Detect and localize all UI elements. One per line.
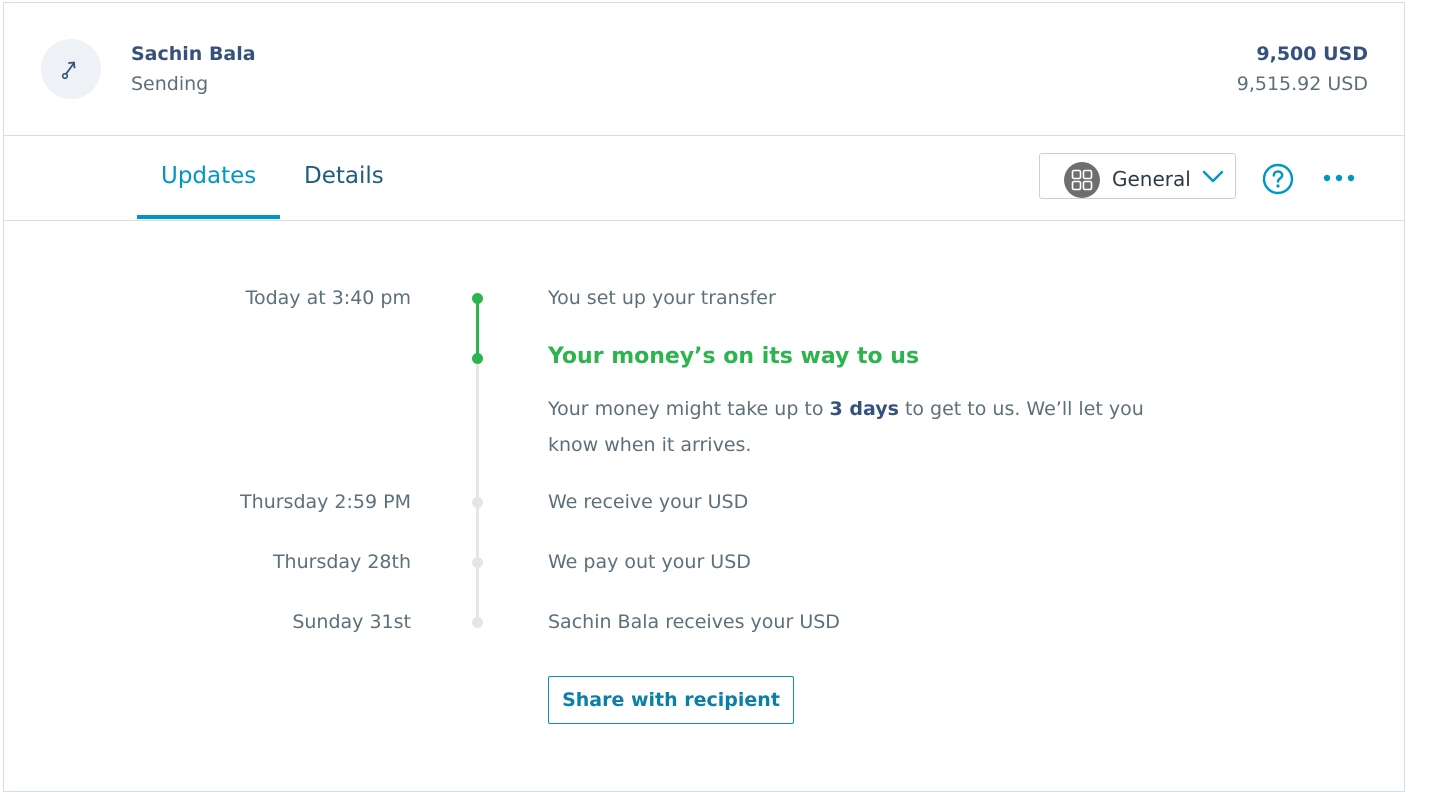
tab-updates[interactable]: Updates [161, 163, 256, 189]
timeline-event: Sachin Bala receives your USD [548, 611, 840, 633]
more-options-icon[interactable] [1322, 173, 1356, 183]
transfer-avatar [41, 39, 101, 99]
timeline-time: Thursday 28th [272, 551, 411, 573]
tabs-bar: Updates Details General [4, 135, 1404, 221]
send-arrow-icon [61, 61, 76, 80]
tab-details[interactable]: Details [304, 163, 384, 189]
timeline-event: We receive your USD [548, 491, 749, 513]
timeline-current-description: Your money might take up to 3 days to ge… [548, 391, 1188, 463]
transfer-panel: Sachin Bala Sending 9,500 USD 9,515.92 U… [3, 2, 1405, 792]
account-select[interactable]: General [1039, 153, 1236, 199]
timeline-dot-pending [472, 617, 483, 628]
timeline-current-title: Your money’s on its way to us [548, 344, 920, 369]
description-duration: 3 days [829, 398, 899, 420]
timeline-dot-current [472, 353, 483, 364]
timeline-time: Sunday 31st [292, 611, 411, 633]
timeline-time: Thursday 2:59 PM [240, 491, 411, 513]
timeline-pending-line [476, 359, 479, 623]
account-select-label: General [1112, 167, 1191, 191]
transfer-header[interactable]: Sachin Bala Sending 9,500 USD 9,515.92 U… [4, 3, 1404, 136]
timeline-time: Today at 3:40 pm [245, 287, 411, 309]
share-with-recipient-button[interactable]: Share with recipient [548, 676, 794, 724]
description-text: Your money might take up to [548, 398, 830, 420]
transfer-status: Sending [131, 73, 209, 95]
timeline-dot-complete [472, 293, 483, 304]
grid-icon [1064, 162, 1100, 198]
timeline-progress-line [476, 299, 479, 359]
timeline-event: You set up your transfer [548, 287, 776, 309]
timeline-event: We pay out your USD [548, 551, 751, 573]
transfer-amount-total: 9,515.92 USD [1236, 73, 1368, 95]
active-tab-indicator [137, 215, 280, 219]
help-icon[interactable] [1262, 163, 1294, 195]
transfer-amount: 9,500 USD [1256, 43, 1368, 65]
timeline-dot-pending [472, 557, 483, 568]
recipient-name: Sachin Bala [131, 43, 256, 65]
chevron-down-icon [1202, 170, 1224, 183]
timeline-dot-pending [472, 497, 483, 508]
